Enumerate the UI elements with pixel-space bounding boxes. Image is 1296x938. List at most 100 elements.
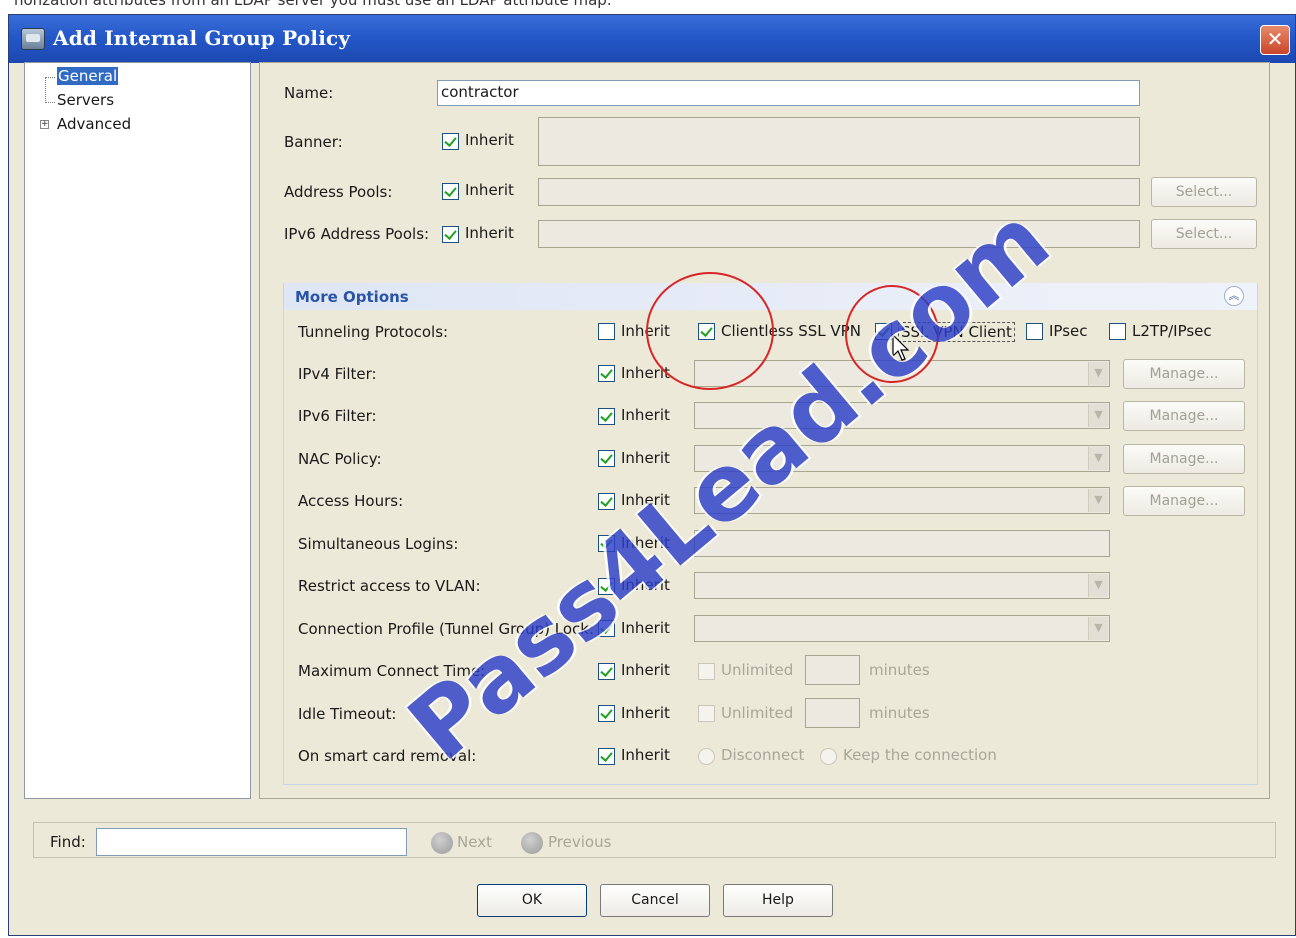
chevron-down-icon: ▼: [1088, 574, 1108, 597]
tree-item-general[interactable]: General: [57, 67, 119, 85]
ipsec-label: IPsec: [1049, 322, 1088, 340]
clientless-ssl-vpn-label: Clientless SSL VPN: [721, 322, 861, 340]
next-arrow-icon[interactable]: [431, 832, 453, 854]
expand-plus-icon[interactable]: +: [40, 120, 49, 129]
ipv4-filter-label: IPv4 Filter:: [298, 365, 377, 383]
access-hours-inherit-checkbox[interactable]: [598, 493, 615, 510]
name-input[interactable]: contractor: [437, 80, 1140, 106]
connection-profile-inherit-checkbox[interactable]: [598, 620, 615, 637]
cancel-button[interactable]: Cancel: [600, 884, 710, 917]
navigation-tree: General Servers + Advanced: [24, 62, 251, 799]
tree-connector: [45, 102, 55, 103]
simultaneous-logins-inherit-checkbox[interactable]: [598, 535, 615, 552]
more-options-header[interactable]: [284, 283, 1257, 310]
chevron-down-icon: ▼: [1088, 404, 1108, 427]
banner-textarea[interactable]: [538, 117, 1140, 166]
access-hours-manage-button[interactable]: Manage...: [1123, 486, 1245, 516]
title-bar[interactable]: Add Internal Group Policy ✕: [9, 15, 1295, 63]
ipv4-filter-select[interactable]: ▼: [694, 360, 1110, 387]
tunneling-inherit-checkbox[interactable]: [598, 323, 615, 340]
banner-label: Banner:: [284, 133, 343, 151]
ipv6-pools-inherit-checkbox[interactable]: [442, 226, 459, 243]
inherit-label: Inherit: [465, 131, 514, 149]
unlimited-label: Unlimited: [721, 661, 794, 679]
clientless-ssl-vpn-checkbox[interactable]: [698, 323, 715, 340]
max-connect-inherit-checkbox[interactable]: [598, 663, 615, 680]
next-link[interactable]: Next: [457, 833, 492, 851]
keep-connection-radio[interactable]: [820, 748, 837, 765]
ssl-vpn-client-checkbox[interactable]: [875, 323, 892, 340]
find-input[interactable]: [96, 828, 407, 856]
ipv6-address-pools-label: IPv6 Address Pools:: [284, 225, 430, 243]
inherit-label: Inherit: [621, 449, 670, 467]
ipv6-pools-select-button[interactable]: Select...: [1151, 219, 1257, 249]
collapse-chevron-icon[interactable]: ︽: [1224, 286, 1244, 306]
ipsec-checkbox[interactable]: [1026, 323, 1043, 340]
restrict-vlan-label: Restrict access to VLAN:: [298, 577, 481, 595]
inherit-label: Inherit: [621, 534, 670, 552]
smart-card-inherit-checkbox[interactable]: [598, 748, 615, 765]
idle-timeout-unlimited-checkbox[interactable]: [698, 705, 715, 722]
close-icon[interactable]: ✕: [1260, 25, 1290, 55]
connection-profile-lock-select[interactable]: ▼: [694, 615, 1110, 642]
address-pools-input[interactable]: [538, 178, 1140, 206]
idle-timeout-inherit-checkbox[interactable]: [598, 705, 615, 722]
idle-timeout-minutes-input[interactable]: [805, 698, 860, 728]
nac-policy-inherit-checkbox[interactable]: [598, 450, 615, 467]
chevron-down-icon: ▼: [1088, 489, 1108, 512]
restrict-vlan-select[interactable]: ▼: [694, 572, 1110, 599]
keep-connection-label: Keep the connection: [843, 746, 997, 764]
previous-link[interactable]: Previous: [548, 833, 611, 851]
nac-policy-select[interactable]: ▼: [694, 445, 1110, 472]
ipv6-address-pools-input[interactable]: [538, 220, 1140, 248]
ipv6-filter-select[interactable]: ▼: [694, 402, 1110, 429]
window-title: Add Internal Group Policy: [53, 26, 351, 50]
tree-item-advanced[interactable]: Advanced: [57, 115, 131, 133]
inherit-label: Inherit: [621, 322, 670, 340]
smart-card-removal-label: On smart card removal:: [298, 747, 477, 765]
access-hours-select[interactable]: ▼: [694, 487, 1110, 514]
disconnect-radio[interactable]: [698, 748, 715, 765]
name-label: Name:: [284, 84, 334, 102]
l2tp-ipsec-checkbox[interactable]: [1109, 323, 1126, 340]
chevron-down-icon: ▼: [1088, 362, 1108, 385]
previous-arrow-icon[interactable]: [521, 832, 543, 854]
ipv4-filter-manage-button[interactable]: Manage...: [1123, 359, 1245, 389]
ipv4-filter-inherit-checkbox[interactable]: [598, 365, 615, 382]
chevron-down-icon: ▼: [1088, 617, 1108, 640]
inherit-label: Inherit: [621, 746, 670, 764]
tree-connector: [45, 77, 46, 103]
inherit-label: Inherit: [621, 619, 670, 637]
inherit-label: Inherit: [621, 704, 670, 722]
minutes-label: minutes: [869, 661, 930, 679]
inherit-label: Inherit: [465, 181, 514, 199]
address-pools-select-button[interactable]: Select...: [1151, 177, 1257, 207]
tree-item-label: General: [57, 67, 119, 85]
help-button[interactable]: Help: [723, 884, 833, 917]
address-pools-inherit-checkbox[interactable]: [442, 183, 459, 200]
banner-inherit-checkbox[interactable]: [442, 133, 459, 150]
tree-item-servers[interactable]: Servers: [57, 91, 114, 109]
access-hours-label: Access Hours:: [298, 492, 404, 510]
tree-connector: [45, 77, 55, 78]
minutes-label: minutes: [869, 704, 930, 722]
restrict-vlan-inherit-checkbox[interactable]: [598, 578, 615, 595]
l2tp-ipsec-label: L2TP/IPsec: [1132, 322, 1212, 340]
ipv6-filter-manage-button[interactable]: Manage...: [1123, 401, 1245, 431]
tree-item-label: Advanced: [57, 115, 132, 133]
inherit-label: Inherit: [621, 406, 670, 424]
max-connect-unlimited-checkbox[interactable]: [698, 663, 715, 680]
inherit-label: Inherit: [621, 364, 670, 382]
inherit-label: Inherit: [465, 224, 514, 242]
simultaneous-logins-input[interactable]: [694, 530, 1110, 557]
more-options-title: More Options: [295, 288, 409, 306]
ssl-vpn-client-label: SSL VPN Client: [898, 322, 1015, 342]
nac-policy-manage-button[interactable]: Manage...: [1123, 444, 1245, 474]
mouse-cursor-icon: [892, 334, 910, 361]
ipv6-filter-inherit-checkbox[interactable]: [598, 408, 615, 425]
disconnect-label: Disconnect: [721, 746, 805, 764]
max-connect-minutes-input[interactable]: [805, 655, 860, 685]
ok-button[interactable]: OK: [477, 884, 587, 917]
connection-profile-lock-label: Connection Profile (Tunnel Group) Lock:: [298, 620, 595, 638]
inherit-label: Inherit: [621, 576, 670, 594]
